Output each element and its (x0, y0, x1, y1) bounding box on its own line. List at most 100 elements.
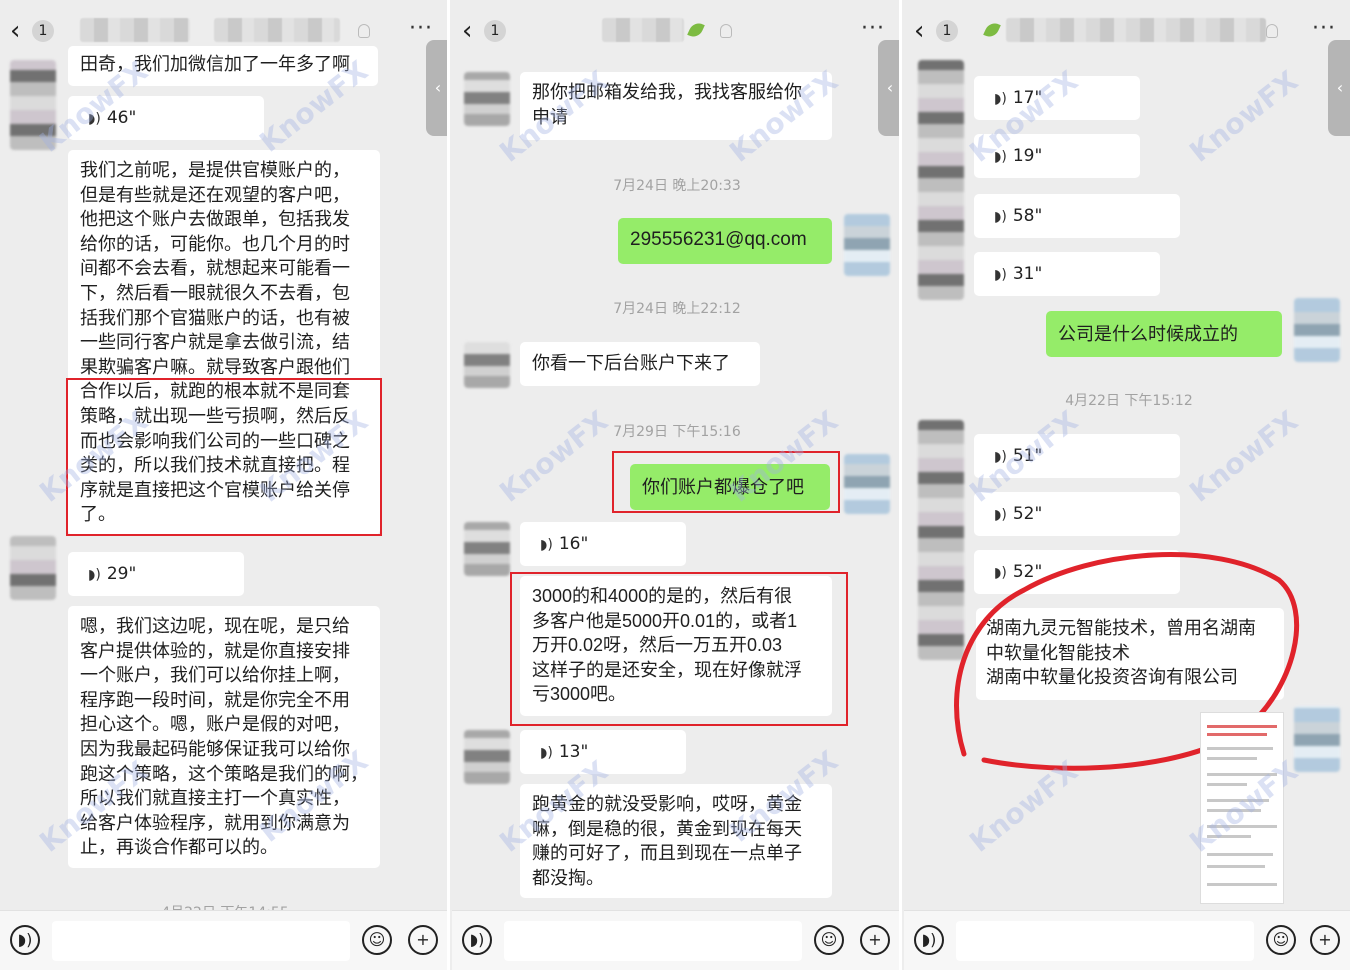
voice-duration: 31" (1012, 264, 1043, 284)
voice-message[interactable]: ◗) 13" (520, 730, 686, 774)
input-bar: ◗) ☺ + (0, 910, 447, 970)
timestamp: 7月24日 晚上22:12 (613, 301, 741, 317)
voice-wave-icon: ◗) (88, 111, 101, 127)
back-arrow-icon[interactable]: ‹ (914, 18, 924, 44)
voice-message[interactable]: ◗) 29" (68, 552, 244, 596)
avatar[interactable] (918, 60, 964, 300)
voice-input-icon[interactable]: ◗) (462, 925, 492, 955)
add-icon[interactable]: + (860, 925, 890, 955)
voice-wave-icon: ◗) (994, 449, 1007, 465)
voice-wave-icon: ◗) (994, 209, 1007, 225)
message-input[interactable] (956, 921, 1254, 961)
mute-icon (1266, 24, 1278, 38)
my-avatar[interactable] (1294, 298, 1340, 362)
doc-line (1207, 783, 1247, 786)
side-collapse-tab[interactable]: ‹ (878, 40, 899, 136)
avatar[interactable] (464, 730, 510, 784)
chat-title-blurred (602, 18, 684, 42)
message-bubble: 跑黄金的就没受影响，哎呀，黄金 嘛，倒是稳的很，黄金到现在每天 赚的可好了，而且… (520, 784, 832, 898)
unread-count-badge: 1 (484, 20, 506, 42)
side-collapse-tab[interactable]: ‹ (426, 40, 447, 136)
chat-panel-2: ‹ 1 ··· ‹ 那你把邮箱发给我，我找客服给你 申请 7月24日 晚上20:… (452, 0, 902, 970)
doc-line (1207, 809, 1261, 812)
unread-count-badge: 1 (936, 20, 958, 42)
add-icon[interactable]: + (408, 925, 438, 955)
emoji-icon[interactable]: ☺ (814, 925, 844, 955)
voice-input-icon[interactable]: ◗) (914, 925, 944, 955)
doc-line (1207, 747, 1273, 750)
message-bubble: 嗯，我们这边呢，现在呢，是只给 客户提供体验的，就是你直接安排 一个账户，我们可… (68, 606, 380, 868)
emoji-icon[interactable]: ☺ (362, 925, 392, 955)
red-annotation-box (510, 572, 848, 726)
voice-wave-icon: ◗) (994, 507, 1007, 523)
avatar[interactable] (10, 536, 56, 600)
voice-duration: 58" (1012, 206, 1043, 226)
voice-duration: 29" (106, 564, 137, 584)
message-bubble: 你看一下后台账户下来了 (520, 342, 760, 386)
message-bubble-sent: 公司是什么时候成立的 (1046, 311, 1282, 357)
message-bubble: 那你把邮箱发给我，我找客服给你 申请 (520, 72, 832, 140)
voice-message[interactable]: ◗) 58" (974, 194, 1180, 238)
voice-wave-icon: ◗) (994, 267, 1007, 283)
doc-line (1207, 865, 1265, 868)
message-input[interactable] (504, 921, 802, 961)
voice-duration: 46" (106, 108, 137, 128)
avatar[interactable] (464, 72, 510, 126)
leaf-icon (983, 20, 1001, 40)
more-options-icon[interactable]: ··· (409, 16, 433, 41)
voice-duration: 52" (1012, 504, 1043, 524)
voice-message[interactable]: ◗) 19" (974, 134, 1140, 178)
chat-panel-1: ‹ 1 ··· ‹ 田奇，我们加微信加了一年多了啊 ◗) 46" 我们之前呢，是提… (0, 0, 450, 970)
doc-line (1207, 883, 1277, 886)
avatar[interactable] (464, 522, 510, 576)
add-icon[interactable]: + (1310, 925, 1340, 955)
voice-message[interactable]: ◗) 17" (974, 76, 1140, 120)
message-bubble-sent: 295556231@qq.com (618, 218, 832, 264)
doc-line (1207, 733, 1267, 736)
message-bubble-top-cropped: 田奇，我们加微信加了一年多了啊 (68, 46, 378, 86)
chat-header: ‹ 1 ··· (904, 0, 1350, 60)
red-annotation-box (612, 451, 840, 513)
voice-wave-icon: ◗) (540, 745, 553, 761)
unread-count-badge: 1 (32, 20, 54, 42)
doc-line (1207, 725, 1277, 728)
more-options-icon[interactable]: ··· (861, 16, 885, 41)
doc-line (1207, 773, 1277, 776)
emoji-icon[interactable]: ☺ (1266, 925, 1296, 955)
doc-line (1207, 757, 1257, 760)
doc-line (1207, 799, 1269, 802)
message-input[interactable] (52, 921, 350, 961)
voice-message[interactable]: ◗) 52" (974, 492, 1180, 536)
my-avatar[interactable] (844, 454, 890, 514)
doc-line (1207, 825, 1277, 828)
chat-header: ‹ 1 ··· (452, 0, 899, 60)
avatar[interactable] (10, 60, 56, 150)
input-bar: ◗) ☺ + (452, 910, 899, 970)
my-avatar[interactable] (844, 214, 890, 276)
voice-wave-icon: ◗) (540, 537, 553, 553)
doc-line (1207, 853, 1273, 856)
voice-duration: 19" (1012, 146, 1043, 166)
timestamp: 4月22日 下午15:12 (1065, 393, 1193, 409)
doc-line (1207, 835, 1251, 838)
back-arrow-icon[interactable]: ‹ (10, 18, 20, 44)
voice-input-icon[interactable]: ◗) (10, 925, 40, 955)
voice-message[interactable]: ◗) 31" (974, 252, 1160, 296)
more-options-icon[interactable]: ··· (1312, 16, 1336, 41)
voice-duration: 13" (558, 742, 589, 762)
document-image-thumbnail[interactable] (1200, 712, 1284, 904)
avatar[interactable] (464, 342, 510, 388)
voice-duration: 16" (558, 534, 589, 554)
leaf-icon (687, 20, 705, 40)
voice-message[interactable]: ◗) 51" (974, 434, 1180, 478)
voice-duration: 51" (1012, 446, 1043, 466)
red-annotation-box (66, 378, 382, 536)
side-collapse-tab[interactable]: ‹ (1328, 40, 1350, 136)
mute-icon (720, 24, 732, 38)
chat-title-blurred (1006, 18, 1266, 42)
back-arrow-icon[interactable]: ‹ (462, 18, 472, 44)
timestamp: 7月24日 晚上20:33 (613, 178, 741, 194)
input-bar: ◗) ☺ + (904, 910, 1350, 970)
voice-message[interactable]: ◗) 16" (520, 522, 686, 566)
voice-message[interactable]: ◗) 46" (68, 96, 264, 140)
